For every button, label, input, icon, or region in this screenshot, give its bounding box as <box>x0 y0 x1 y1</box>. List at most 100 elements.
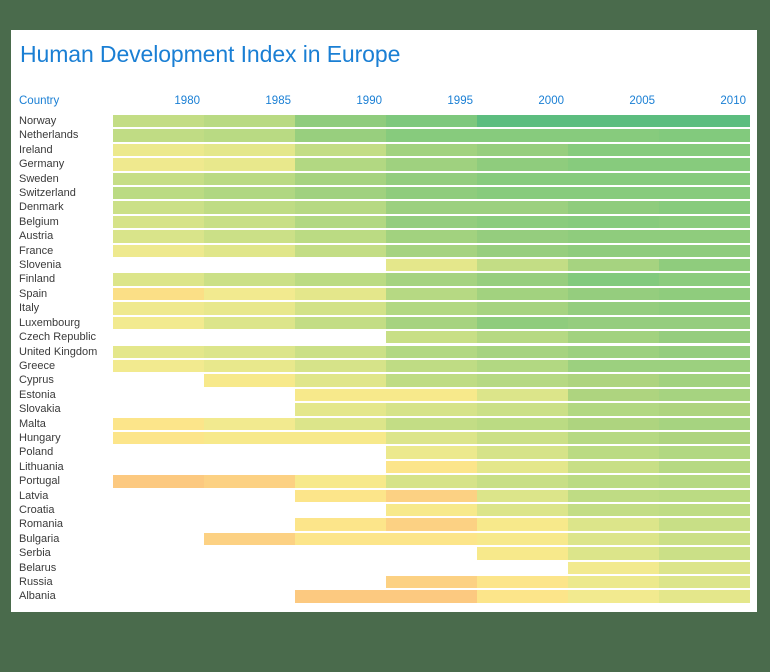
column-header-year-1995[interactable]: 1995 <box>386 95 477 114</box>
heatmap-cell[interactable] <box>386 561 477 575</box>
heatmap-cell[interactable] <box>113 575 204 589</box>
heatmap-cell[interactable] <box>113 186 204 200</box>
heatmap-cell[interactable] <box>477 517 568 531</box>
heatmap-cell[interactable] <box>568 272 659 286</box>
heatmap-cell[interactable] <box>568 561 659 575</box>
heatmap-cell[interactable] <box>295 186 386 200</box>
heatmap-cell[interactable] <box>477 575 568 589</box>
column-header-year-2005[interactable]: 2005 <box>568 95 659 114</box>
heatmap-cell[interactable] <box>659 244 750 258</box>
heatmap-cell[interactable] <box>659 373 750 387</box>
heatmap-cell[interactable] <box>659 445 750 459</box>
heatmap-cell[interactable] <box>204 489 295 503</box>
heatmap-cell[interactable] <box>295 316 386 330</box>
heatmap-cell[interactable] <box>477 373 568 387</box>
heatmap-cell[interactable] <box>659 546 750 560</box>
heatmap-cell[interactable] <box>113 330 204 344</box>
heatmap-cell[interactable] <box>386 402 477 416</box>
heatmap-cell[interactable] <box>659 200 750 214</box>
heatmap-cell[interactable] <box>568 460 659 474</box>
heatmap-cell[interactable] <box>477 402 568 416</box>
heatmap-cell[interactable] <box>295 287 386 301</box>
heatmap-cell[interactable] <box>204 345 295 359</box>
heatmap-cell[interactable] <box>295 215 386 229</box>
heatmap-cell[interactable] <box>477 431 568 445</box>
heatmap-cell[interactable] <box>295 388 386 402</box>
heatmap-cell[interactable] <box>386 272 477 286</box>
heatmap-cell[interactable] <box>204 143 295 157</box>
heatmap-cell[interactable] <box>295 589 386 603</box>
heatmap-cell[interactable] <box>477 157 568 171</box>
column-header-year-2000[interactable]: 2000 <box>477 95 568 114</box>
heatmap-cell[interactable] <box>477 561 568 575</box>
heatmap-cell[interactable] <box>659 229 750 243</box>
heatmap-cell[interactable] <box>659 186 750 200</box>
heatmap-cell[interactable] <box>659 330 750 344</box>
heatmap-cell[interactable] <box>568 388 659 402</box>
heatmap-cell[interactable] <box>295 561 386 575</box>
heatmap-cell[interactable] <box>113 546 204 560</box>
heatmap-cell[interactable] <box>659 503 750 517</box>
heatmap-cell[interactable] <box>477 172 568 186</box>
column-header-year-1980[interactable]: 1980 <box>113 95 204 114</box>
heatmap-cell[interactable] <box>477 359 568 373</box>
heatmap-cell[interactable] <box>659 272 750 286</box>
heatmap-cell[interactable] <box>113 359 204 373</box>
heatmap-cell[interactable] <box>113 532 204 546</box>
heatmap-cell[interactable] <box>568 172 659 186</box>
heatmap-cell[interactable] <box>386 114 477 128</box>
heatmap-cell[interactable] <box>113 229 204 243</box>
heatmap-cell[interactable] <box>477 474 568 488</box>
heatmap-cell[interactable] <box>568 345 659 359</box>
heatmap-cell[interactable] <box>295 229 386 243</box>
heatmap-cell[interactable] <box>204 272 295 286</box>
heatmap-cell[interactable] <box>568 402 659 416</box>
heatmap-cell[interactable] <box>113 287 204 301</box>
heatmap-cell[interactable] <box>659 316 750 330</box>
heatmap-cell[interactable] <box>568 215 659 229</box>
heatmap-cell[interactable] <box>477 114 568 128</box>
heatmap-cell[interactable] <box>477 143 568 157</box>
heatmap-cell[interactable] <box>386 474 477 488</box>
heatmap-cell[interactable] <box>568 157 659 171</box>
heatmap-cell[interactable] <box>386 546 477 560</box>
heatmap-cell[interactable] <box>386 532 477 546</box>
column-header-year-2010[interactable]: 2010 <box>659 95 750 114</box>
heatmap-cell[interactable] <box>659 474 750 488</box>
heatmap-cell[interactable] <box>568 503 659 517</box>
heatmap-cell[interactable] <box>659 402 750 416</box>
heatmap-cell[interactable] <box>659 561 750 575</box>
heatmap-cell[interactable] <box>113 474 204 488</box>
heatmap-cell[interactable] <box>386 503 477 517</box>
heatmap-cell[interactable] <box>113 244 204 258</box>
heatmap-cell[interactable] <box>386 157 477 171</box>
heatmap-cell[interactable] <box>477 272 568 286</box>
heatmap-cell[interactable] <box>568 258 659 272</box>
heatmap-cell[interactable] <box>568 186 659 200</box>
heatmap-cell[interactable] <box>386 172 477 186</box>
heatmap-cell[interactable] <box>113 445 204 459</box>
heatmap-cell[interactable] <box>386 287 477 301</box>
heatmap-cell[interactable] <box>204 244 295 258</box>
heatmap-cell[interactable] <box>659 345 750 359</box>
heatmap-cell[interactable] <box>659 417 750 431</box>
heatmap-cell[interactable] <box>659 143 750 157</box>
heatmap-cell[interactable] <box>386 359 477 373</box>
heatmap-cell[interactable] <box>659 301 750 315</box>
heatmap-cell[interactable] <box>204 229 295 243</box>
heatmap-cell[interactable] <box>113 589 204 603</box>
heatmap-cell[interactable] <box>477 388 568 402</box>
column-header-year-1985[interactable]: 1985 <box>204 95 295 114</box>
heatmap-cell[interactable] <box>113 301 204 315</box>
heatmap-cell[interactable] <box>295 200 386 214</box>
heatmap-cell[interactable] <box>386 316 477 330</box>
heatmap-cell[interactable] <box>204 172 295 186</box>
heatmap-cell[interactable] <box>295 489 386 503</box>
heatmap-cell[interactable] <box>113 114 204 128</box>
heatmap-cell[interactable] <box>386 229 477 243</box>
heatmap-cell[interactable] <box>204 431 295 445</box>
heatmap-cell[interactable] <box>204 417 295 431</box>
heatmap-cell[interactable] <box>204 532 295 546</box>
heatmap-cell[interactable] <box>386 244 477 258</box>
heatmap-cell[interactable] <box>386 128 477 142</box>
